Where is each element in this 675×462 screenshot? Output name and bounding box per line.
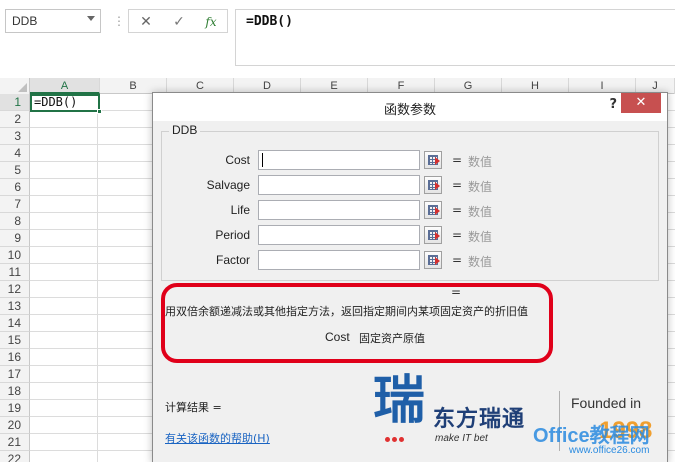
argument-equals: = [452,153,463,167]
collapse-dialog-icon[interactable] [424,176,442,194]
watermark-company: 东方瑞通 [433,407,526,432]
select-all-button[interactable] [0,78,30,94]
arguments-group: DDB Cost = 数值 Salvage = 数值 Life = 数值 Period = 数值 Fac… [161,123,659,281]
argument-description-name: Cost [325,330,350,344]
watermark-slogan: make IT bet [435,433,488,444]
name-box[interactable]: DDB [5,9,101,33]
row-header[interactable]: 8 [0,213,30,230]
function-description: 用双倍余额递减法或其他指定方法，返回指定期间内某项固定资产的折旧值 [165,305,528,318]
argument-label: Factor [215,253,250,267]
description-highlight [161,283,553,363]
name-box-value: DDB [12,14,38,28]
row-header[interactable]: 19 [0,400,30,417]
argument-input-cost[interactable] [258,150,420,170]
collapse-dialog-icon[interactable] [424,226,442,244]
row-header[interactable]: 16 [0,349,30,366]
argument-equals: = [452,203,463,217]
row-header[interactable]: 20 [0,417,30,434]
fill-handle[interactable] [97,109,102,114]
function-arguments-dialog: 函数参数 ? ✕ DDB Cost = 数值 Salvage = 数值 Life = 数值 Per… [152,92,668,462]
row-header[interactable]: 9 [0,230,30,247]
argument-label: Salvage [206,178,250,192]
collapse-dialog-icon[interactable] [424,201,442,219]
collapse-dialog-icon[interactable] [424,151,442,169]
row-header[interactable]: 14 [0,315,30,332]
argument-hint: 数值 [468,255,493,269]
row-header[interactable]: 15 [0,332,30,349]
row-header[interactable]: 21 [0,434,30,451]
row-header[interactable]: 6 [0,179,30,196]
argument-label: Cost [225,153,250,167]
argument-input-salvage[interactable] [258,175,420,195]
enter-icon[interactable]: ✓ [167,12,191,32]
insert-function-icon[interactable]: fx [199,12,223,32]
row-header[interactable]: 18 [0,383,30,400]
argument-hint: 数值 [468,180,493,194]
row-header[interactable]: 4 [0,145,30,162]
argument-label: Life [230,203,250,217]
function-help-link[interactable]: 有关该函数的帮助(H) [165,430,270,446]
argument-equals: = [452,178,463,192]
row-header[interactable]: 3 [0,128,30,145]
watermark-logo-char: 瑞 [373,370,426,431]
row-header[interactable]: 17 [0,366,30,383]
row-header[interactable]: 12 [0,281,30,298]
argument-equals: = [452,253,463,267]
argument-row-period: Period = 数值 [162,225,658,247]
argument-row-cost: Cost = 数值 [162,150,658,172]
text-cursor [262,153,263,167]
argument-label: Period [215,228,250,242]
row-header[interactable]: 5 [0,162,30,179]
watermark-dots-icon [385,431,409,442]
calculation-result: 计算结果 = [165,401,222,414]
watermark-url: www.office26.com [569,445,650,456]
formula-bar: DDB ⋮ ✕ ✓ fx =DDB() [0,0,675,78]
argument-row-factor: Factor = 数值 [162,250,658,272]
chevron-down-icon[interactable] [87,16,95,21]
argument-input-life[interactable] [258,200,420,220]
argument-description-text: 固定资产原值 [359,332,425,345]
argument-input-factor[interactable] [258,250,420,270]
row-header[interactable]: 22 [0,451,30,462]
close-button[interactable]: ✕ [621,93,661,113]
watermark: 瑞 东方瑞通 make IT bet Founded in 1998 Offic… [373,375,667,462]
argument-hint: 数值 [468,155,493,169]
cancel-icon[interactable]: ✕ [134,12,158,32]
argument-equals: = [452,228,463,242]
more-dots-icon: ⋮ [113,14,125,28]
help-button[interactable]: ? [609,97,617,112]
active-cell-value: =DDB() [34,95,78,109]
formula-input[interactable]: =DDB() [235,9,675,66]
select-all-icon [18,83,27,92]
formula-buttons: ✕ ✓ fx [128,9,228,33]
row-header[interactable]: 2 [0,111,30,128]
dialog-title: 函数参数 [383,103,436,118]
row-header[interactable]: 11 [0,264,30,281]
watermark-founded: Founded in [571,395,642,411]
argument-input-period[interactable] [258,225,420,245]
watermark-site: Office教程网 [533,425,650,447]
column-header[interactable]: A [30,78,100,94]
active-cell[interactable]: =DDB() [30,94,102,114]
row-header[interactable]: 13 [0,298,30,315]
argument-hint: 数值 [468,205,493,219]
argument-row-salvage: Salvage = 数值 [162,175,658,197]
row-header[interactable]: 1 [0,94,30,111]
argument-hint: 数值 [468,230,493,244]
row-header[interactable]: 10 [0,247,30,264]
dialog-title-bar: 函数参数 ? ✕ [153,93,667,121]
function-name: DDB [169,123,201,137]
collapse-dialog-icon[interactable] [424,251,442,269]
row-header[interactable]: 7 [0,196,30,213]
argument-row-life: Life = 数值 [162,200,658,222]
